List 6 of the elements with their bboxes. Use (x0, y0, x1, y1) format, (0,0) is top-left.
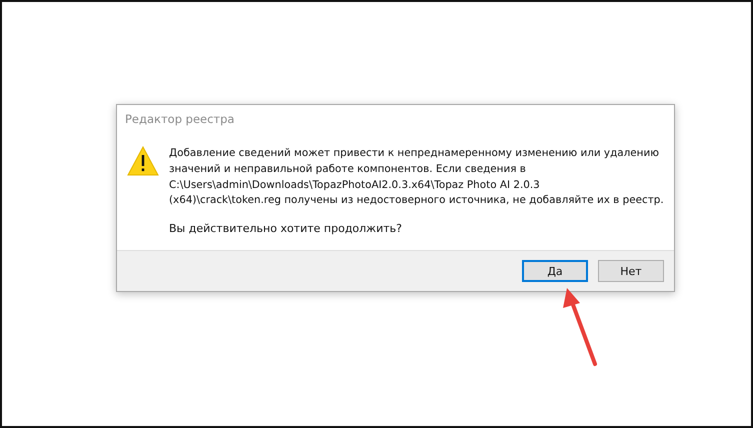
warning-icon (127, 146, 159, 176)
warning-message: Добавление сведений может привести к непреднамеренному изменению или удалению значений и неправильной работе компонентов. Если сведения в C:\Users\admin\Downloads\TopazPhotoAI2.0.3.x64\Topaz Photo AI 2.0.3 (x64)\crack\token.reg получены из недостоверного источника, не добавляйте их в реестр. (169, 146, 664, 208)
no-button[interactable]: Нет (598, 260, 664, 282)
window-title: Редактор реестра (124, 110, 236, 128)
yes-button[interactable]: Да (522, 260, 588, 282)
confirmation-question: Вы действительно хотите продолжить? (169, 221, 403, 236)
